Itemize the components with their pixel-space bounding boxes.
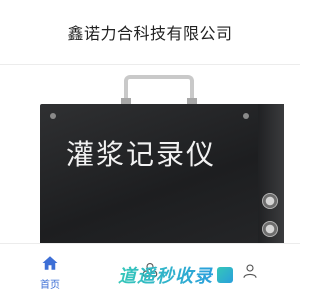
nav-label-home: 首页 xyxy=(40,280,60,291)
site-header: 鑫诺力合科技有限公司 xyxy=(0,0,300,65)
contact-icon xyxy=(243,263,257,278)
site-title: 鑫诺力合科技有限公司 xyxy=(67,24,233,43)
nav-item-home[interactable]: 首页 xyxy=(0,244,100,301)
connector-icon xyxy=(262,193,278,209)
home-icon xyxy=(42,256,58,270)
device-body xyxy=(40,104,284,243)
bolt-icon xyxy=(50,113,56,119)
device-handle xyxy=(124,75,194,105)
watermark: 道遥秒收录 xyxy=(118,262,233,288)
watermark-text: 道遥秒收录 xyxy=(118,262,213,288)
connector-icon xyxy=(262,221,278,237)
device-label: 灌浆记录仪 xyxy=(66,138,217,171)
bolt-icon xyxy=(243,113,249,119)
product-image: 灌浆记录仪 xyxy=(0,65,300,243)
watermark-logo-icon xyxy=(217,267,233,283)
